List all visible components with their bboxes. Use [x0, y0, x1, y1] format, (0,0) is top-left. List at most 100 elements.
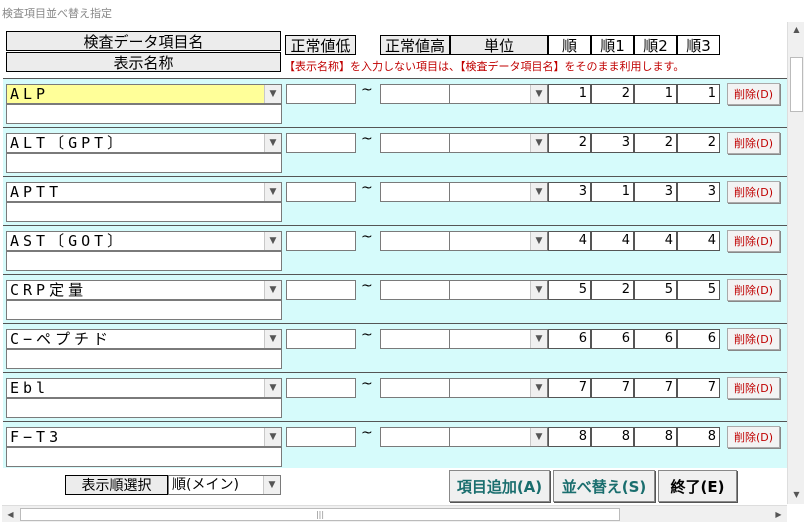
delete-button[interactable]: 削除(D) — [727, 181, 780, 203]
delete-button[interactable]: 削除(D) — [727, 279, 780, 301]
vertical-scroll-thumb[interactable] — [790, 57, 803, 112]
horizontal-scroll-thumb[interactable]: ||| — [20, 508, 620, 521]
order1-input[interactable]: 6 — [591, 329, 634, 349]
chevron-down-icon[interactable]: ▼ — [264, 134, 281, 152]
scroll-down-icon[interactable]: ▼ — [788, 487, 805, 502]
chevron-down-icon[interactable]: ▼ — [264, 232, 281, 250]
order3-input[interactable]: 8 — [677, 427, 720, 447]
scroll-up-icon[interactable]: ▲ — [788, 22, 805, 37]
display-name-input[interactable] — [6, 349, 282, 369]
order-input[interactable]: 2 — [548, 133, 591, 153]
add-item-button[interactable]: 項目追加(A) — [449, 470, 550, 502]
item-name-select[interactable]: APTT ▼ — [6, 182, 282, 202]
unit-select[interactable]: ▼ — [449, 84, 548, 104]
normal-high-input[interactable] — [380, 231, 450, 251]
delete-button[interactable]: 削除(D) — [727, 377, 780, 399]
display-name-input[interactable] — [6, 398, 282, 418]
delete-button[interactable]: 削除(D) — [727, 230, 780, 252]
chevron-down-icon[interactable]: ▼ — [530, 134, 547, 152]
sort-button[interactable]: 並べ替え(S) — [553, 470, 655, 502]
chevron-down-icon[interactable]: ▼ — [264, 85, 281, 103]
display-name-input[interactable] — [6, 153, 282, 173]
normal-low-input[interactable] — [286, 133, 356, 153]
item-name-select[interactable]: C−ペプチド ▼ — [6, 329, 282, 349]
order1-input[interactable]: 2 — [591, 280, 634, 300]
display-name-input[interactable] — [6, 300, 282, 320]
order-input[interactable]: 6 — [548, 329, 591, 349]
delete-button[interactable]: 削除(D) — [727, 426, 780, 448]
order3-input[interactable]: 2 — [677, 133, 720, 153]
order1-input[interactable]: 4 — [591, 231, 634, 251]
order3-input[interactable]: 3 — [677, 182, 720, 202]
order2-input[interactable]: 6 — [634, 329, 677, 349]
display-name-input[interactable] — [6, 251, 282, 271]
unit-select[interactable]: ▼ — [449, 378, 548, 398]
item-name-select[interactable]: F−T3 ▼ — [6, 427, 282, 447]
chevron-down-icon[interactable]: ▼ — [264, 183, 281, 201]
unit-select[interactable]: ▼ — [449, 329, 548, 349]
order2-input[interactable]: 1 — [634, 84, 677, 104]
display-name-input[interactable] — [6, 447, 282, 467]
display-name-input[interactable] — [6, 104, 282, 124]
order3-input[interactable]: 1 — [677, 84, 720, 104]
item-name-select[interactable]: ALT〔GPT〕 ▼ — [6, 133, 282, 153]
chevron-down-icon[interactable]: ▼ — [264, 428, 281, 446]
normal-high-input[interactable] — [380, 329, 450, 349]
normal-low-input[interactable] — [286, 427, 356, 447]
order2-input[interactable]: 7 — [634, 378, 677, 398]
normal-high-input[interactable] — [380, 427, 450, 447]
chevron-down-icon[interactable]: ▼ — [264, 281, 281, 299]
chevron-down-icon[interactable]: ▼ — [530, 281, 547, 299]
chevron-down-icon[interactable]: ▼ — [264, 330, 281, 348]
normal-high-input[interactable] — [380, 182, 450, 202]
normal-low-input[interactable] — [286, 84, 356, 104]
normal-high-input[interactable] — [380, 280, 450, 300]
exit-button[interactable]: 終了(E) — [658, 470, 737, 502]
chevron-down-icon[interactable]: ▼ — [264, 379, 281, 397]
order-input[interactable]: 5 — [548, 280, 591, 300]
chevron-down-icon[interactable]: ▼ — [530, 379, 547, 397]
normal-high-input[interactable] — [380, 84, 450, 104]
normal-low-input[interactable] — [286, 182, 356, 202]
order3-input[interactable]: 5 — [677, 280, 720, 300]
scroll-left-icon[interactable]: ◀ — [2, 506, 19, 523]
vertical-scrollbar[interactable]: ▲ ▼ — [787, 22, 804, 504]
chevron-down-icon[interactable]: ▼ — [530, 428, 547, 446]
item-name-select[interactable]: CRP定量 ▼ — [6, 280, 282, 300]
chevron-down-icon[interactable]: ▼ — [530, 330, 547, 348]
order3-input[interactable]: 6 — [677, 329, 720, 349]
horizontal-scrollbar[interactable]: ◀ ||| ▶ — [2, 505, 787, 522]
order-input[interactable]: 8 — [548, 427, 591, 447]
display-name-input[interactable] — [6, 202, 282, 222]
unit-select[interactable]: ▼ — [449, 231, 548, 251]
chevron-down-icon[interactable]: ▼ — [263, 476, 280, 494]
order2-input[interactable]: 8 — [634, 427, 677, 447]
unit-select[interactable]: ▼ — [449, 133, 548, 153]
order2-input[interactable]: 2 — [634, 133, 677, 153]
delete-button[interactable]: 削除(D) — [727, 328, 780, 350]
unit-select[interactable]: ▼ — [449, 427, 548, 447]
order2-input[interactable]: 5 — [634, 280, 677, 300]
sort-select[interactable]: 順(メイン) ▼ — [168, 475, 281, 495]
order-input[interactable]: 4 — [548, 231, 591, 251]
normal-low-input[interactable] — [286, 378, 356, 398]
order1-input[interactable]: 7 — [591, 378, 634, 398]
scroll-right-icon[interactable]: ▶ — [770, 506, 787, 523]
order1-input[interactable]: 3 — [591, 133, 634, 153]
order-input[interactable]: 7 — [548, 378, 591, 398]
item-name-select[interactable]: Ebl ▼ — [6, 378, 282, 398]
order3-input[interactable]: 4 — [677, 231, 720, 251]
item-name-select[interactable]: ALP ▼ — [6, 84, 282, 104]
unit-select[interactable]: ▼ — [449, 280, 548, 300]
normal-low-input[interactable] — [286, 280, 356, 300]
item-name-select[interactable]: AST〔GOT〕 ▼ — [6, 231, 282, 251]
order1-input[interactable]: 8 — [591, 427, 634, 447]
order1-input[interactable]: 2 — [591, 84, 634, 104]
order-input[interactable]: 1 — [548, 84, 591, 104]
order3-input[interactable]: 7 — [677, 378, 720, 398]
delete-button[interactable]: 削除(D) — [727, 132, 780, 154]
unit-select[interactable]: ▼ — [449, 182, 548, 202]
order2-input[interactable]: 3 — [634, 182, 677, 202]
order2-input[interactable]: 4 — [634, 231, 677, 251]
normal-high-input[interactable] — [380, 133, 450, 153]
